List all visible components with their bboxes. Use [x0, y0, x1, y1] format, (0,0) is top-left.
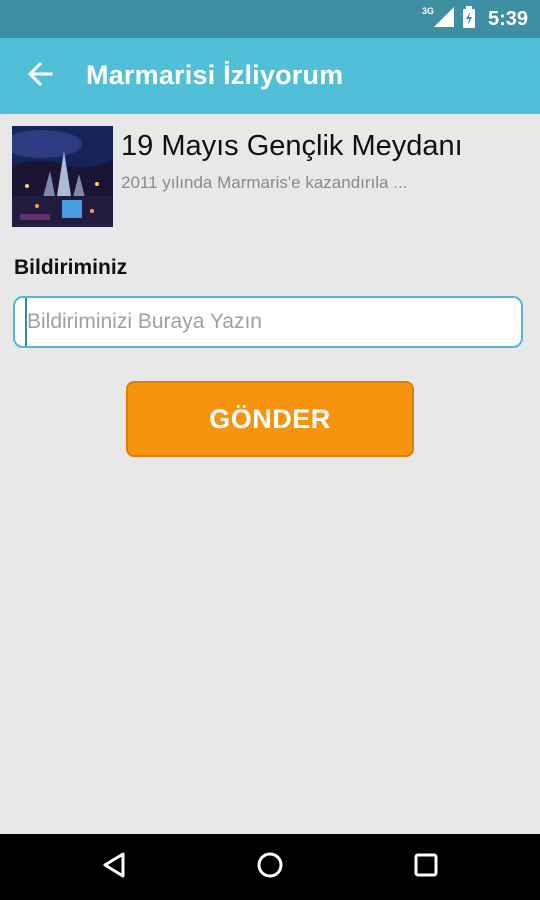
form-label: Bildiriminiz: [14, 256, 128, 279]
status-bar: 3G 5:39: [0, 0, 540, 38]
app-toolbar: Marmarisi İzliyorum: [0, 38, 540, 114]
report-input-container: [13, 296, 531, 348]
home-circle-icon: [256, 851, 284, 884]
location-title: 19 Mayıs Gençlik Meydanı: [121, 130, 463, 162]
system-nav-bar: [0, 834, 540, 900]
signal-icon: [433, 6, 454, 32]
battery-icon: [462, 5, 476, 33]
page-title: Marmarisi İzliyorum: [86, 60, 344, 90]
status-time: 5:39: [487, 7, 528, 30]
recents-square-icon: [413, 852, 439, 883]
back-triangle-icon: [101, 851, 127, 884]
location-item: 19 Mayıs Gençlik Meydanı 2011 yılında Ma…: [12, 126, 532, 230]
nav-recents-button[interactable]: [408, 849, 444, 885]
location-description: 2011 yılında Marmaris'e kazandırıla ...: [121, 173, 408, 192]
fountain-photo: [12, 126, 113, 227]
arrow-left-icon: [27, 61, 53, 92]
send-button[interactable]: GÖNDER: [126, 381, 414, 457]
report-input[interactable]: [25, 298, 531, 346]
nav-home-button[interactable]: [252, 849, 288, 885]
network-type-label: 3G: [421, 6, 434, 16]
status-icons: 3G 5:39: [422, 0, 528, 38]
nav-back-button[interactable]: [96, 849, 132, 885]
back-button[interactable]: [24, 60, 56, 92]
